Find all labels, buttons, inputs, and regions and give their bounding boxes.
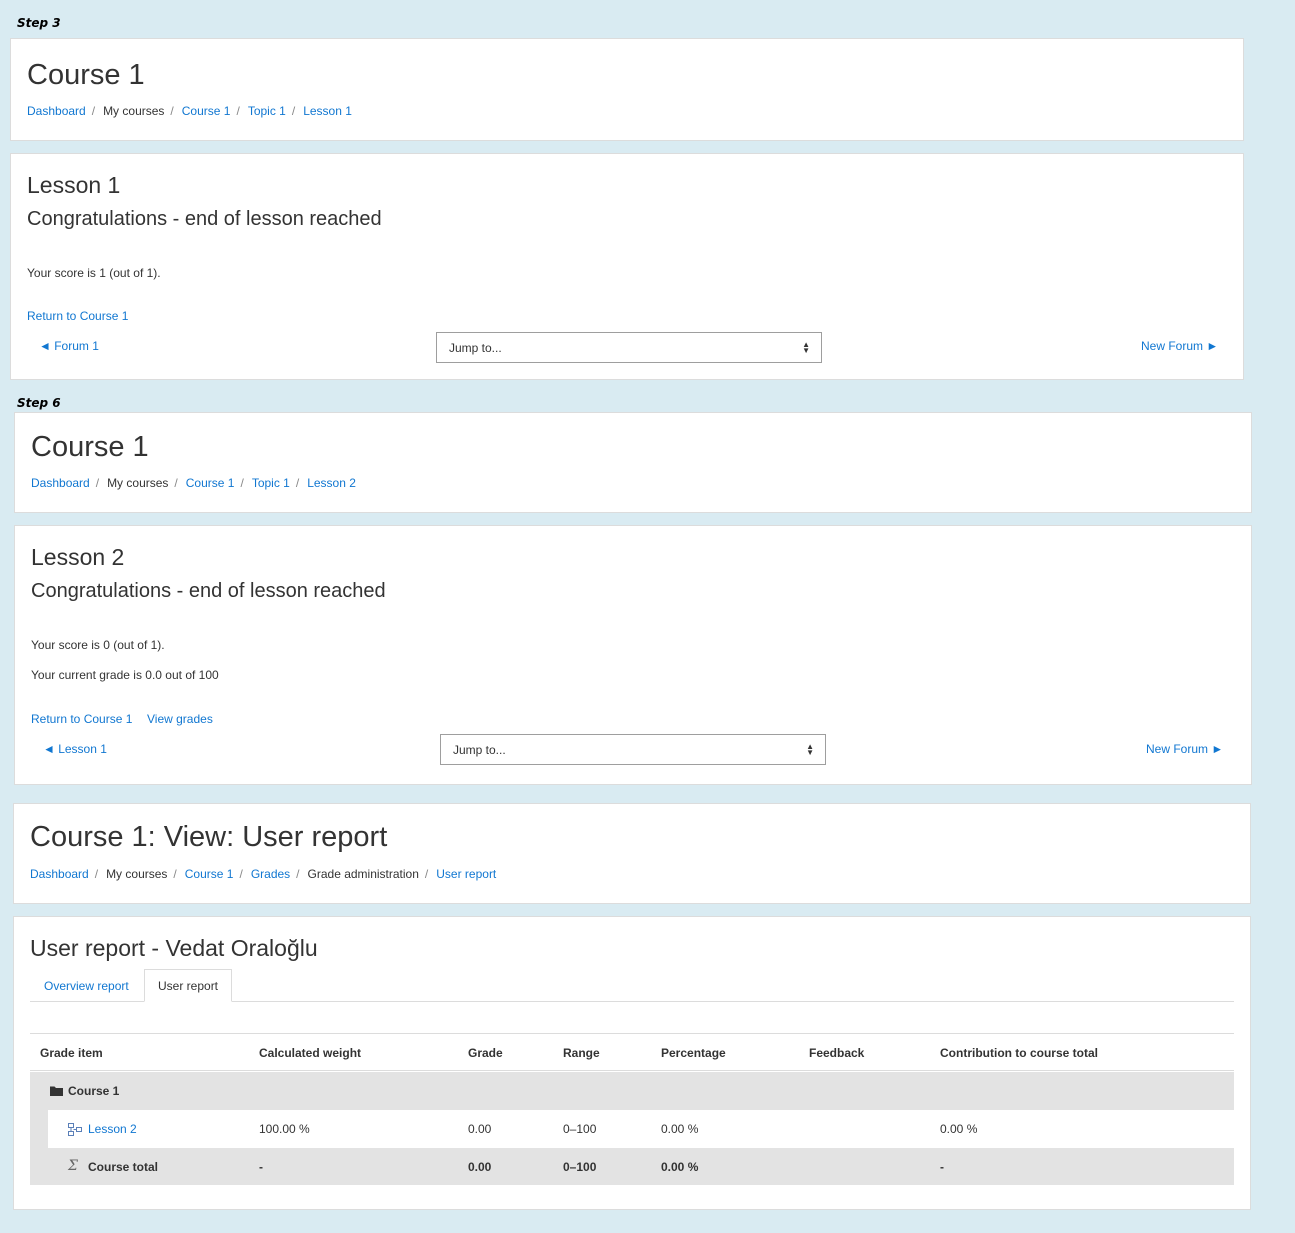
select-arrows-icon: ▲ ▼ bbox=[802, 340, 810, 355]
category-name: Course 1 bbox=[68, 1084, 120, 1098]
breadcrumb-topic[interactable]: Topic 1 bbox=[248, 104, 286, 118]
total-contribution: - bbox=[940, 1160, 944, 1174]
breadcrumb-dashboard[interactable]: Dashboard bbox=[31, 476, 90, 490]
prev-activity-link[interactable]: ◄ Forum 1 bbox=[39, 339, 99, 353]
breadcrumb-grade-administration: Grade administration bbox=[307, 867, 419, 881]
breadcrumb-grades[interactable]: Grades bbox=[251, 867, 290, 881]
sigma-icon: Σ bbox=[68, 1158, 78, 1174]
breadcrumb-user-report[interactable]: User report bbox=[436, 867, 496, 881]
report-title: User report - Vedat Oraloğlu bbox=[30, 935, 318, 961]
total-grade: 0.00 bbox=[468, 1160, 492, 1174]
view-grades-link[interactable]: View grades bbox=[147, 712, 213, 726]
col-grade-item: Grade item bbox=[40, 1046, 103, 1060]
total-weight: - bbox=[259, 1160, 263, 1174]
breadcrumb-dashboard[interactable]: Dashboard bbox=[27, 104, 86, 118]
col-range: Range bbox=[563, 1046, 600, 1060]
item-contribution: 0.00 % bbox=[940, 1122, 978, 1136]
next-activity-link[interactable]: New Forum ► bbox=[1146, 742, 1223, 756]
breadcrumb-my-courses: My courses bbox=[106, 867, 168, 881]
col-contribution: Contribution to course total bbox=[940, 1046, 1098, 1060]
table-header-row: Grade item Calculated weight Grade Range… bbox=[30, 1033, 1234, 1071]
jump-to-value: Jump to... bbox=[449, 341, 502, 355]
breadcrumb: Dashboard / My courses / Course 1/ Topic 1… bbox=[31, 476, 356, 490]
course-total-label: Course total bbox=[88, 1160, 159, 1174]
breadcrumb-course[interactable]: Course 1 bbox=[186, 476, 235, 490]
lesson-end-message: Congratulations - end of lesson reached bbox=[31, 580, 386, 602]
lesson-end-message: Congratulations - end of lesson reached bbox=[27, 208, 382, 230]
breadcrumb-course[interactable]: Course 1 bbox=[182, 104, 231, 118]
next-activity-link[interactable]: New Forum ► bbox=[1141, 339, 1218, 353]
step6-header-panel: Course 1 Dashboard / My courses / Course 1… bbox=[14, 412, 1252, 513]
item-weight: 100.00 % bbox=[259, 1122, 310, 1136]
table-row: Σ Course total - 0.00 0–100 0.00 % - bbox=[30, 1148, 1234, 1185]
breadcrumb: Dashboard / My courses / Course 1/ Topic 1… bbox=[27, 104, 352, 118]
jump-to-select[interactable]: Jump to... ▲ ▼ bbox=[436, 332, 822, 363]
score-text: Your score is 1 (out of 1). bbox=[27, 266, 161, 280]
breadcrumb-my-courses: My courses bbox=[107, 476, 169, 490]
page-title: Course 1 bbox=[31, 431, 149, 463]
breadcrumb-lesson[interactable]: Lesson 1 bbox=[303, 104, 352, 118]
step-3-label: Step 3 bbox=[17, 16, 61, 30]
total-percentage: 0.00 % bbox=[661, 1160, 699, 1174]
folder-icon bbox=[50, 1085, 63, 1099]
breadcrumb-topic[interactable]: Topic 1 bbox=[252, 476, 290, 490]
col-grade: Grade bbox=[468, 1046, 503, 1060]
breadcrumb-lesson[interactable]: Lesson 2 bbox=[307, 476, 356, 490]
select-arrows-icon: ▲ ▼ bbox=[806, 742, 814, 757]
col-calculated-weight: Calculated weight bbox=[259, 1046, 362, 1060]
breadcrumb-course[interactable]: Course 1 bbox=[185, 867, 234, 881]
table-row: Lesson 2 100.00 % 0.00 0–100 0.00 % 0.00… bbox=[48, 1110, 1234, 1148]
jump-to-select[interactable]: Jump to... ▲ ▼ bbox=[440, 734, 826, 765]
prev-activity-link[interactable]: ◄ Lesson 1 bbox=[43, 742, 107, 756]
return-to-course-link[interactable]: Return to Course 1 bbox=[31, 712, 132, 726]
jump-to-value: Jump to... bbox=[453, 743, 506, 757]
breadcrumb: Dashboard / My courses / Course 1/ Grades /… bbox=[30, 867, 497, 881]
col-feedback: Feedback bbox=[809, 1046, 865, 1060]
step3-header-panel: Course 1 Dashboard / My courses / Course 1… bbox=[10, 38, 1244, 141]
page-title: Course 1 bbox=[27, 59, 145, 91]
tab-overview-report[interactable]: Overview report bbox=[30, 969, 144, 1001]
return-to-course-link[interactable]: Return to Course 1 bbox=[27, 309, 128, 323]
step-6-label: Step 6 bbox=[17, 396, 61, 410]
grade-text: Your current grade is 0.0 out of 100 bbox=[31, 668, 219, 682]
indent-bar bbox=[30, 1110, 48, 1148]
lesson-title: Lesson 1 bbox=[27, 172, 121, 198]
step6-lesson-panel: Lesson 2 Congratulations - end of lesson… bbox=[14, 525, 1252, 785]
step3-lesson-panel: Lesson 1 Congratulations - end of lesson… bbox=[10, 153, 1244, 380]
breadcrumb-my-courses: My courses bbox=[103, 104, 165, 118]
breadcrumb-dashboard[interactable]: Dashboard bbox=[30, 867, 89, 881]
report-header-panel: Course 1: View: User report Dashboard / M… bbox=[13, 803, 1251, 904]
col-percentage: Percentage bbox=[661, 1046, 726, 1060]
page-title: Course 1: View: User report bbox=[30, 821, 388, 853]
total-range: 0–100 bbox=[563, 1160, 597, 1174]
lesson-title: Lesson 2 bbox=[31, 544, 125, 570]
lesson-icon bbox=[68, 1123, 82, 1139]
item-grade: 0.00 bbox=[468, 1122, 492, 1136]
table-row: Course 1 bbox=[30, 1072, 1234, 1110]
tab-user-report[interactable]: User report bbox=[144, 969, 232, 1002]
grade-item-link[interactable]: Lesson 2 bbox=[88, 1122, 137, 1136]
item-range: 0–100 bbox=[563, 1122, 597, 1136]
score-text: Your score is 0 (out of 1). bbox=[31, 638, 165, 652]
item-percentage: 0.00 % bbox=[661, 1122, 699, 1136]
